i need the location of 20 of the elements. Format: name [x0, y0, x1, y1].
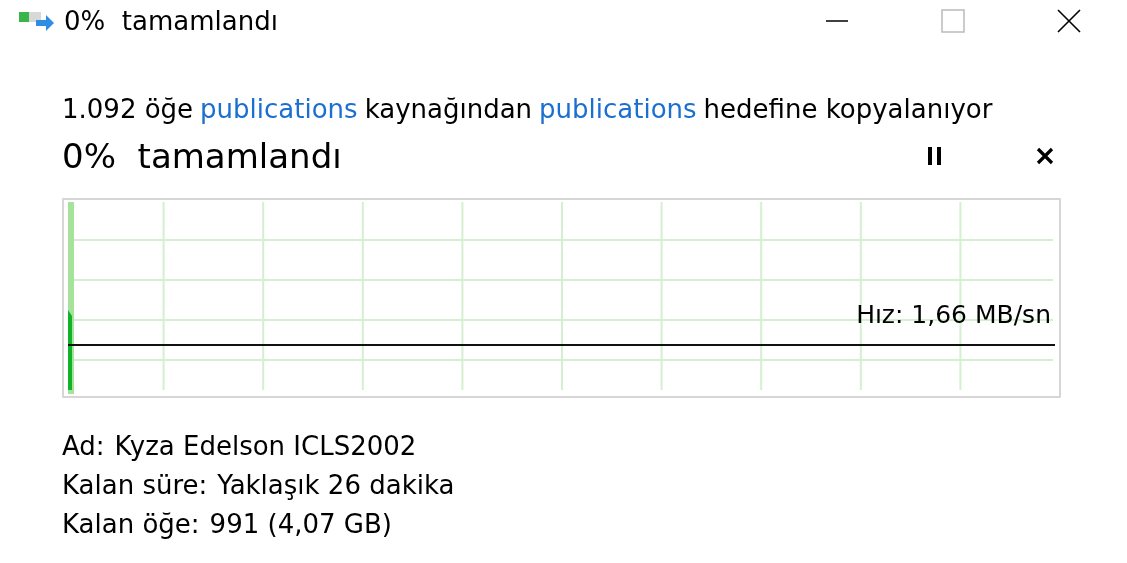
detail-value: Kyza Edelson ICLS2002 [114, 431, 417, 461]
target-link[interactable]: publications [539, 94, 697, 124]
minimize-icon [826, 20, 848, 22]
source-link[interactable]: publications [200, 94, 358, 124]
progress-label: 0% tamamlandı [62, 136, 343, 176]
detail-label: Ad: [62, 431, 105, 461]
source-suffix: kaynağından [364, 94, 533, 124]
detail-label: Kalan süre: [62, 470, 208, 500]
detail-value: 991 (4,07 GB) [209, 509, 392, 539]
window-title: 0% tamamlandı [64, 6, 279, 36]
close-icon [1057, 9, 1081, 33]
detail-value: Yaklaşık 26 dakika [217, 470, 455, 500]
target-suffix: hedefine kopyalanıyor [703, 94, 993, 124]
detail-label: Kalan öğe: [62, 509, 200, 539]
copy-icon [18, 9, 56, 33]
close-icon [1036, 147, 1054, 165]
pause-icon [928, 147, 942, 165]
speed-label: Hız: 1,66 MB/sn [856, 300, 1051, 329]
maximize-icon [941, 9, 965, 33]
item-count: 1.092 öğe [62, 94, 194, 124]
